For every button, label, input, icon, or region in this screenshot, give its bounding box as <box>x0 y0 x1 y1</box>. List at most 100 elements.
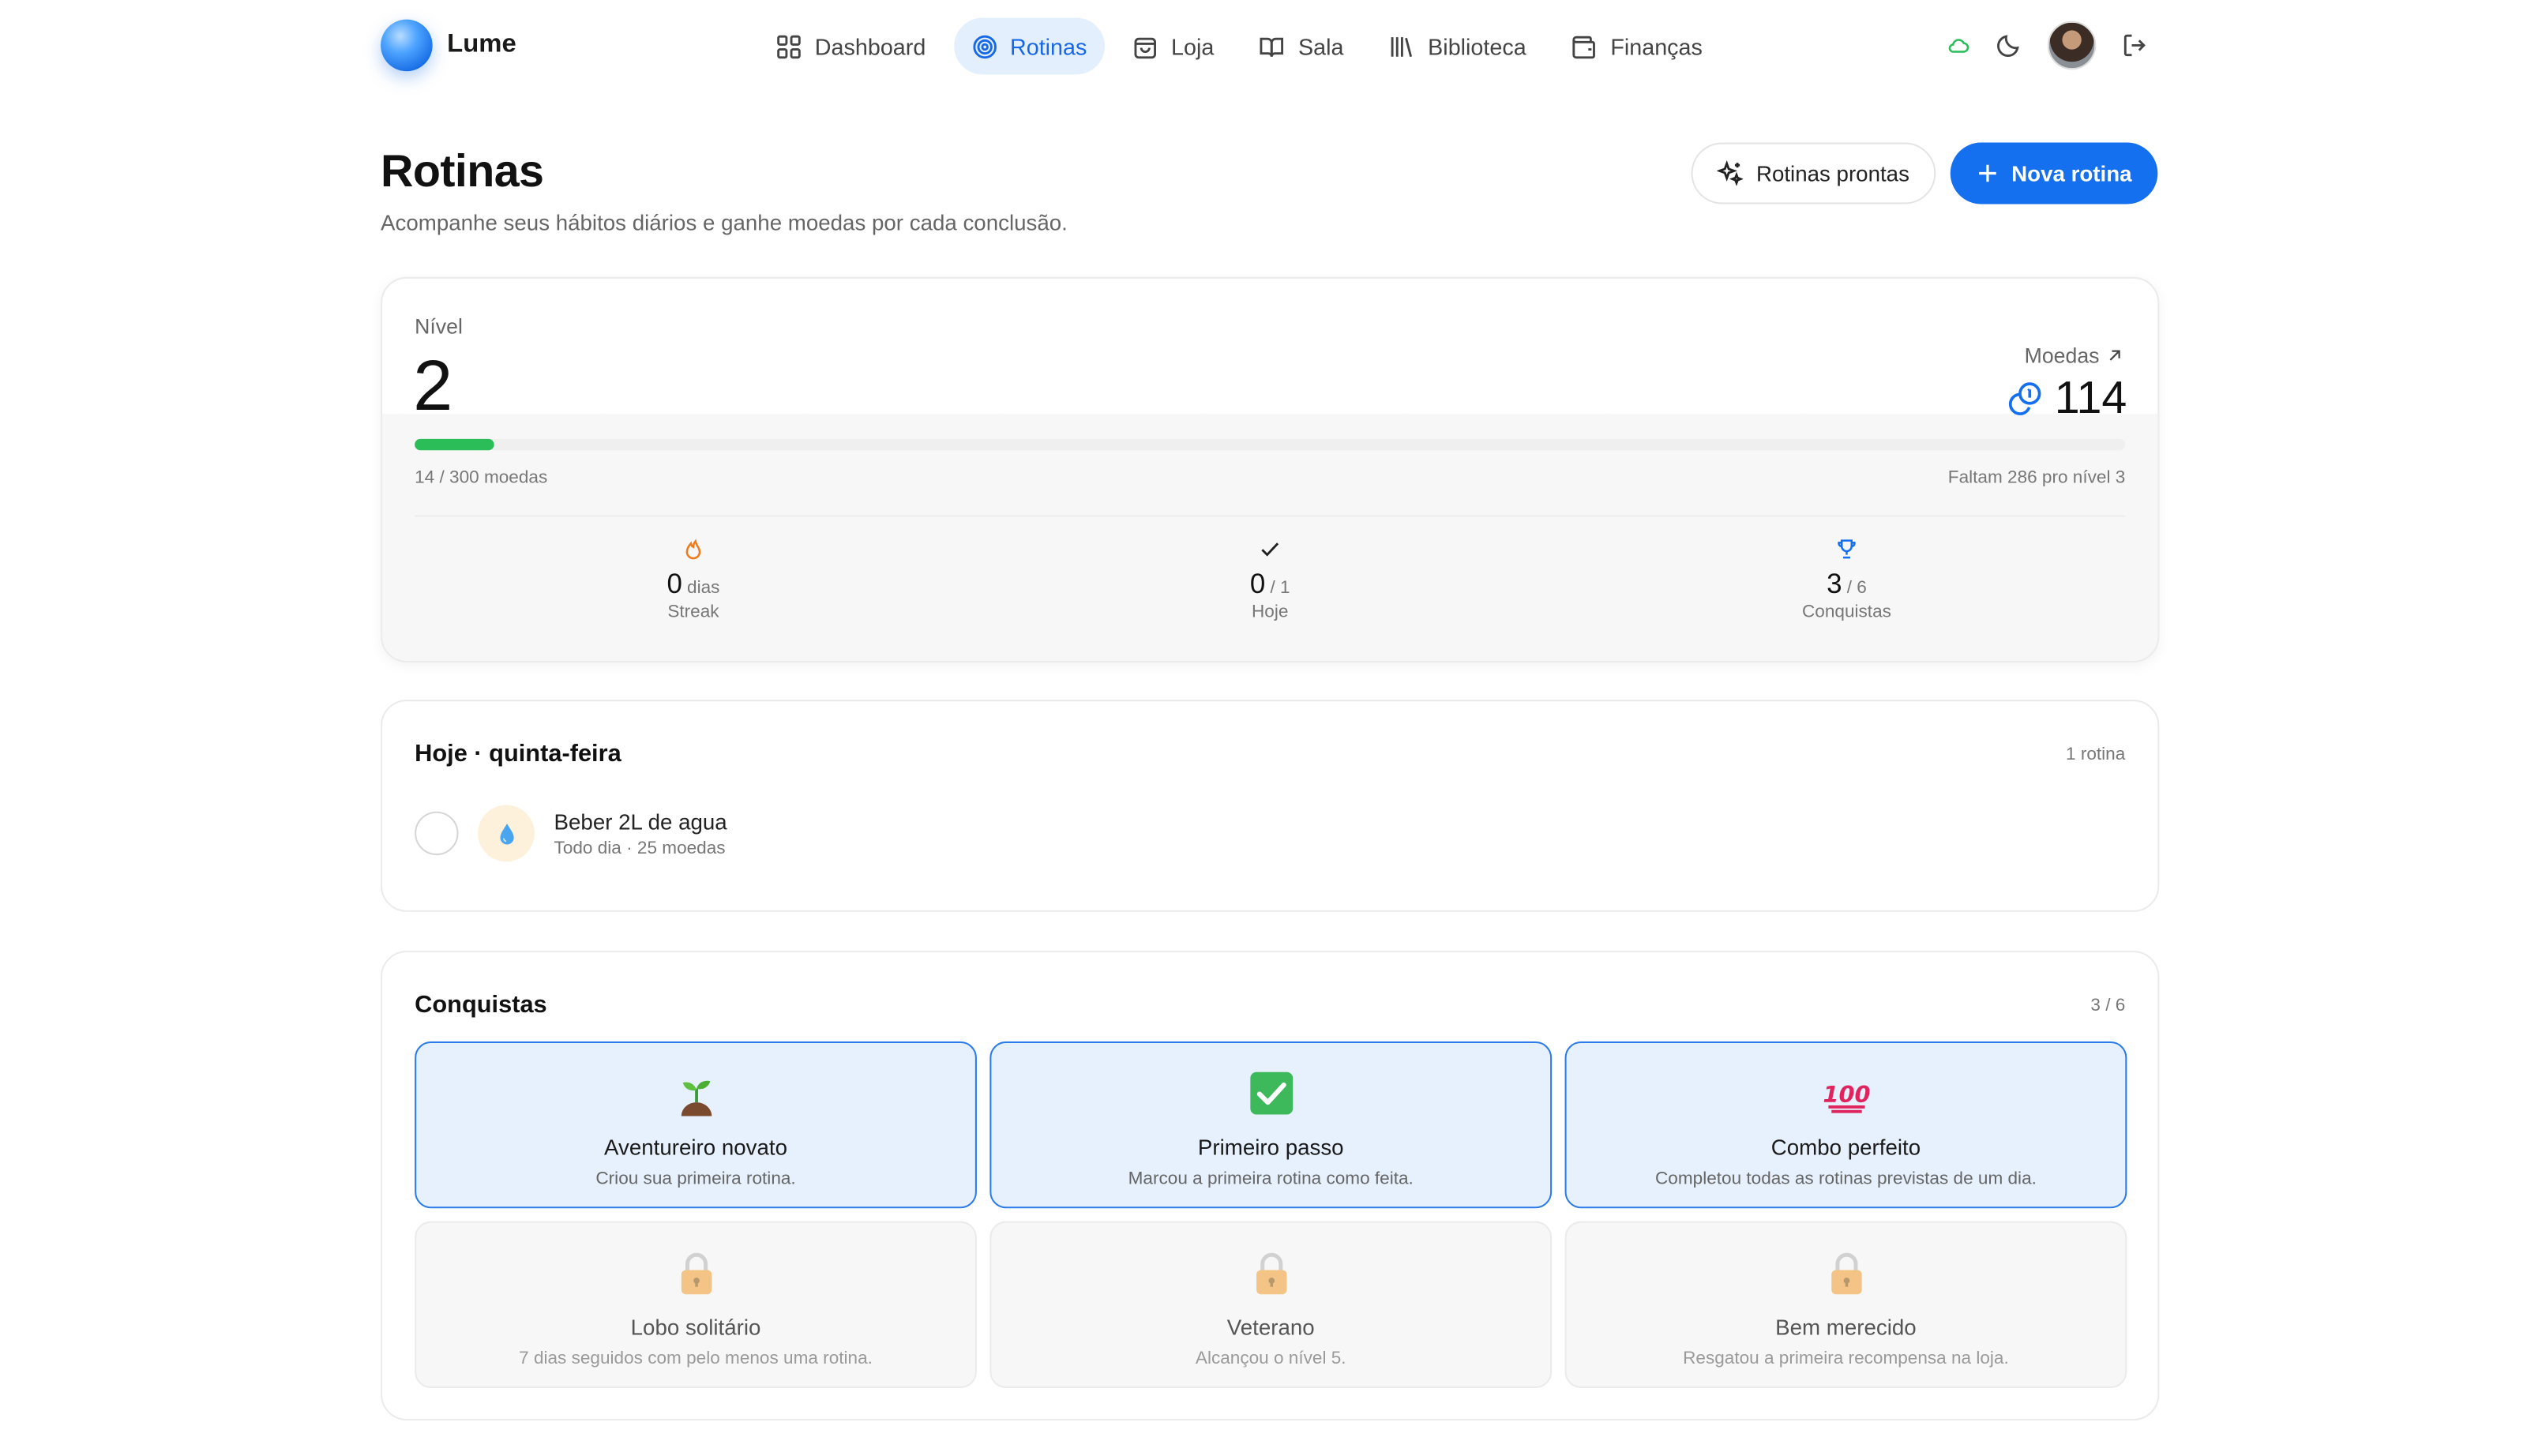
achievement-veterano: Veterano Alcançou o nível 5. <box>989 1221 1553 1388</box>
nav-label-loja: Loja <box>1171 33 1215 59</box>
level-progress-fill <box>415 438 495 451</box>
library-icon <box>1391 36 1414 57</box>
arrow-up-right-icon <box>2109 350 2120 361</box>
routine-complete-checkbox[interactable] <box>415 811 459 856</box>
nav-item-sala[interactable]: Sala <box>1241 18 1361 75</box>
progress-text: 14 / 300 moedas <box>415 467 548 488</box>
trophy-icon <box>1838 539 1856 559</box>
top-navigation-bar: Lume Dashboard Rotinas Loja Sala Bibliot… <box>0 0 2527 91</box>
today-count: 1 rotina <box>2066 745 2126 765</box>
achievement-title: Combo perfeito <box>1770 1135 1921 1160</box>
today-title: Hoje · quinta-feira <box>415 740 621 768</box>
lock-icon <box>1256 1252 1286 1295</box>
stat-achievements-unit: / 6 <box>1846 578 1867 598</box>
achievements-title: Conquistas <box>415 991 547 1019</box>
stat-streak: 0 dias Streak <box>531 538 855 622</box>
achievement-desc: Alcançou o nível 5. <box>1195 1349 1346 1369</box>
routine-meta: Todo dia · 25 moedas <box>554 838 726 858</box>
achievement-title: Lobo solitário <box>630 1315 761 1340</box>
achievement-desc: Criou sua primeira rotina. <box>595 1169 796 1189</box>
ready-routines-button[interactable]: Rotinas prontas <box>1691 142 1936 205</box>
nav-item-rotinas[interactable]: Rotinas <box>953 17 1105 75</box>
sparkles-icon <box>1717 160 1744 186</box>
achievements-count: 3 / 6 <box>2090 996 2126 1016</box>
nav-label-financas: Finanças <box>1610 33 1703 59</box>
achievement-aventureiro-novato: Aventureiro novato Criou sua primeira ro… <box>415 1041 977 1209</box>
water-drop-icon <box>478 805 535 862</box>
achievement-title: Aventureiro novato <box>604 1135 787 1160</box>
stats-divider <box>415 515 2126 517</box>
coins-link[interactable]: Moedas <box>2025 343 2124 368</box>
today-card: Hoje · quinta-feira 1 rotina Beber 2L de… <box>381 700 2160 912</box>
stat-today-value: 0 <box>1249 569 1266 599</box>
achievement-bem-merecido: Bem merecido Resgatou a primeira recompe… <box>1564 1221 2127 1388</box>
level-value: 2 <box>413 346 453 426</box>
achievement-desc: Marcou a primeira rotina como feita. <box>1128 1169 1414 1189</box>
coins-label: Moedas <box>2024 343 2100 368</box>
coins-value: 114 <box>2054 372 2127 423</box>
hundred-points-icon: 100 <box>1822 1081 1870 1113</box>
ready-routines-label: Rotinas prontas <box>1755 161 1909 186</box>
stat-today-label: Hoje <box>1252 602 1289 622</box>
stat-achievements: 3/ 6 Conquistas <box>1684 538 2008 622</box>
new-routine-button[interactable]: Nova rotina <box>1950 142 2158 205</box>
level-progress-bar <box>415 438 2126 451</box>
moon-icon[interactable] <box>1996 32 2022 58</box>
lock-icon <box>680 1252 712 1295</box>
nav-item-dashboard[interactable]: Dashboard <box>758 18 944 75</box>
stat-today-unit: / 1 <box>1270 578 1290 598</box>
achievements-grid: Aventureiro novato Criou sua primeira ro… <box>415 1041 2127 1388</box>
nav-label-sala: Sala <box>1297 33 1344 59</box>
brand-logo-orb <box>381 19 433 72</box>
stat-streak-unit: dias <box>687 578 720 598</box>
level-card: Nível 2 Moedas 114 14 / 300 moedas Falta… <box>381 276 2160 662</box>
shopping-bag-icon <box>1134 36 1156 58</box>
stat-streak-label: Streak <box>667 602 719 622</box>
header-actions: Rotinas prontas Nova rotina <box>1691 142 2158 205</box>
list-item: Beber 2L de agua Todo dia · 25 moedas <box>415 805 727 862</box>
nav-label-dashboard: Dashboard <box>814 33 926 59</box>
achievement-title: Primeiro passo <box>1197 1135 1344 1160</box>
coins-value-row: 114 <box>2006 373 2127 425</box>
achievement-primeiro-passo: Primeiro passo Marcou a primeira rotina … <box>989 1041 1553 1209</box>
cloud-icon[interactable] <box>1947 34 1970 57</box>
app-root: Lume Dashboard Rotinas Loja Sala Bibliot… <box>0 0 2527 1456</box>
nav-item-biblioteca[interactable]: Biblioteca <box>1371 18 1544 75</box>
nav-item-loja[interactable]: Loja <box>1114 18 1232 75</box>
page-subtitle: Acompanhe seus hábitos diários e ganhe m… <box>381 210 1068 235</box>
nav-item-financas[interactable]: Finanças <box>1554 18 1721 75</box>
svg-text:100: 100 <box>1822 1081 1869 1108</box>
flame-icon <box>685 538 701 560</box>
plus-icon <box>1978 164 1996 182</box>
level-label: Nível <box>415 313 463 339</box>
avatar[interactable] <box>2047 21 2097 70</box>
stat-today: 0/ 1 Hoje <box>1108 538 1432 622</box>
logout-icon[interactable] <box>2122 32 2148 58</box>
wallet-icon <box>1572 35 1596 58</box>
book-open-icon <box>1260 36 1284 57</box>
nav-label-rotinas: Rotinas <box>1009 33 1087 59</box>
achievements-card: Conquistas 3 / 6 Aventureiro novato Crio… <box>381 951 2160 1420</box>
remaining-text: Faltam 286 pro nível 3 <box>1947 467 2126 488</box>
check-box-icon <box>1249 1071 1293 1115</box>
brand[interactable]: Lume <box>381 19 516 72</box>
achievement-desc: Resgatou a primeira recompensa na loja. <box>1683 1349 2009 1369</box>
nav-label-biblioteca: Biblioteca <box>1428 33 1526 59</box>
achievement-desc: Completou todas as rotinas previstas de … <box>1655 1169 2037 1189</box>
stat-streak-value: 0 <box>666 569 682 599</box>
page-header: Rotinas Acompanhe seus hábitos diários e… <box>381 146 1068 235</box>
routine-text[interactable]: Beber 2L de agua Todo dia · 25 moedas <box>554 809 727 858</box>
check-icon <box>1261 542 1279 557</box>
achievement-title: Bem merecido <box>1775 1315 1917 1340</box>
seedling-icon <box>680 1080 712 1116</box>
achievement-title: Veterano <box>1226 1315 1315 1340</box>
achievement-lobo-solitario: Lobo solitário 7 dias seguidos com pelo … <box>415 1221 977 1388</box>
new-routine-label: Nova rotina <box>2011 161 2132 186</box>
stat-achievements-value: 3 <box>1827 569 1842 599</box>
target-icon <box>972 34 996 58</box>
achievement-desc: 7 dias seguidos com pelo menos uma rotin… <box>519 1349 873 1369</box>
grid-icon <box>777 34 801 58</box>
achievement-combo-perfeito: 100 Combo perfeito Completou todas as ro… <box>1564 1041 2127 1209</box>
page-title: Rotinas <box>381 145 544 197</box>
stat-achievements-label: Conquistas <box>1802 602 1891 622</box>
